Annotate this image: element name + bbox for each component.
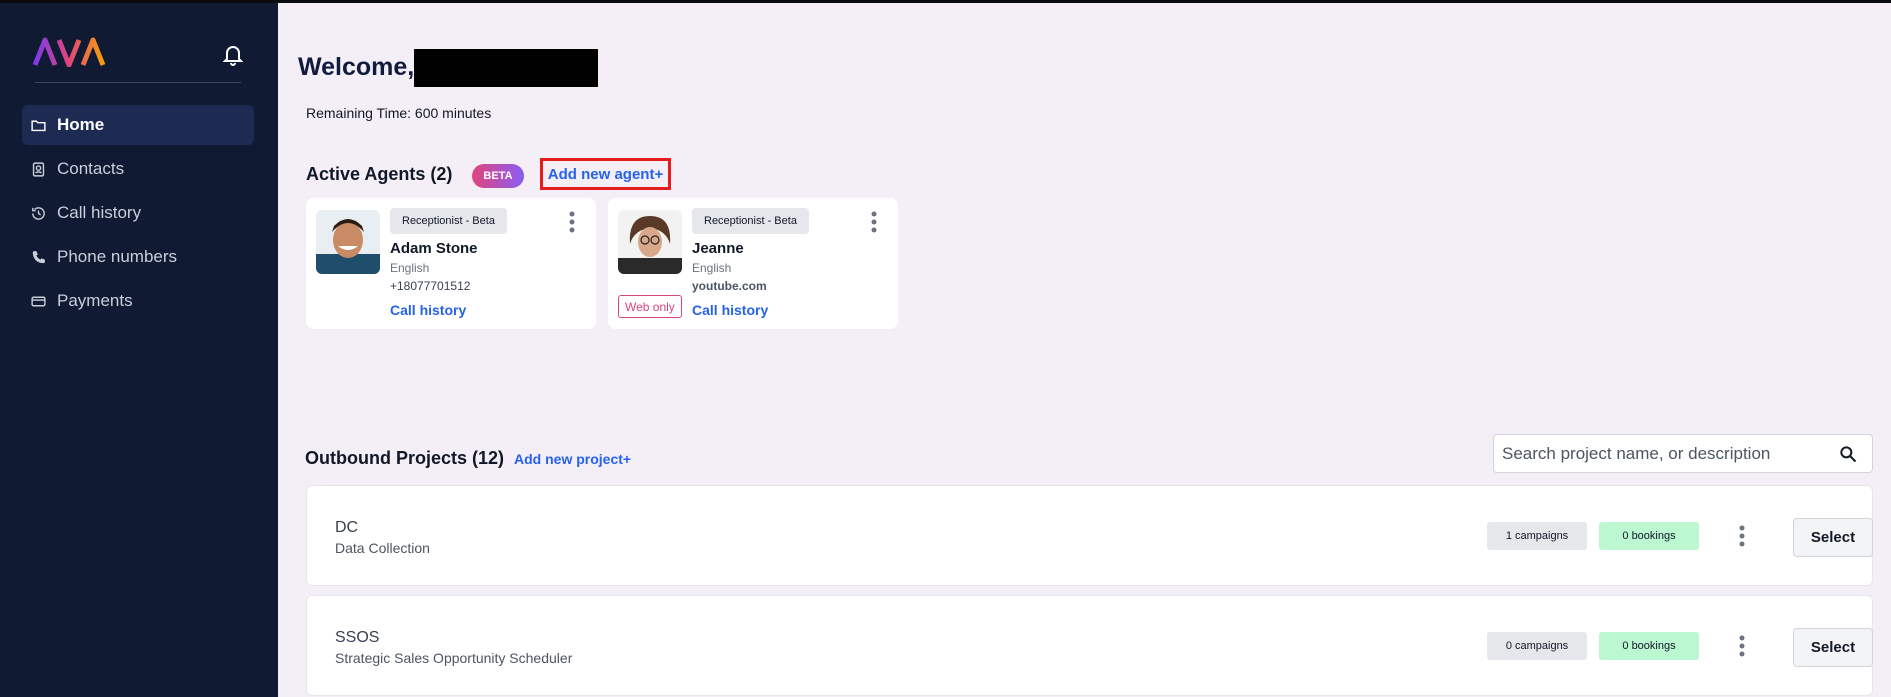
web-only-badge: Web only — [618, 295, 682, 318]
remaining-time: Remaining Time: 600 minutes — [306, 105, 492, 121]
outbound-projects-title: Outbound Projects (12) — [305, 448, 505, 468]
sidebar-item-call-history[interactable]: Call history — [22, 193, 254, 233]
agent-website: youtube.com — [692, 279, 767, 293]
bookings-badge: 0 bookings — [1599, 522, 1699, 550]
phone-icon — [32, 250, 45, 263]
agent-role-tag: Receptionist - Beta — [390, 208, 507, 234]
bookings-badge: 0 bookings — [1599, 632, 1699, 660]
folder-icon — [31, 120, 46, 131]
select-project-button[interactable]: Select — [1793, 518, 1873, 557]
bell-icon[interactable] — [221, 42, 245, 66]
project-description: Strategic Sales Opportunity Scheduler — [335, 650, 573, 666]
call-history-link[interactable]: Call history — [390, 302, 466, 318]
sidebar: Home Contacts Call history Phone numbers… — [0, 3, 278, 697]
page-title: Welcome, — [298, 53, 415, 81]
campaigns-badge: 1 campaigns — [1487, 522, 1587, 550]
agent-name: Adam Stone — [390, 240, 478, 257]
project-description: Data Collection — [335, 540, 430, 556]
select-project-button[interactable]: Select — [1793, 628, 1873, 667]
add-new-project-link[interactable]: Add new project+ — [514, 451, 631, 467]
beta-badge: BETA — [472, 164, 524, 188]
sidebar-divider — [35, 82, 241, 83]
redacted-username — [414, 49, 598, 87]
sidebar-item-home[interactable]: Home — [22, 105, 254, 145]
contacts-icon — [32, 161, 45, 177]
add-new-agent-link[interactable]: Add new agent+ — [540, 158, 671, 190]
agent-card-jeanne: Receptionist - Beta Jeanne English youtu… — [608, 198, 898, 329]
sidebar-item-payments[interactable]: Payments — [22, 281, 254, 321]
kebab-menu-icon[interactable] — [870, 210, 878, 234]
campaigns-badge: 0 campaigns — [1487, 632, 1587, 660]
sidebar-nav: Home Contacts Call history Phone numbers… — [22, 105, 254, 325]
active-agents-title: Active Agents (2) — [306, 164, 453, 184]
kebab-menu-icon[interactable] — [568, 210, 576, 234]
main-content: Welcome, Remaining Time: 600 minutes Act… — [278, 3, 1891, 697]
call-history-link[interactable]: Call history — [692, 302, 768, 318]
search-icon[interactable] — [1838, 444, 1858, 464]
agent-card-adam-stone: Receptionist - Beta Adam Stone English +… — [306, 198, 596, 329]
agent-name: Jeanne — [692, 240, 744, 257]
sidebar-item-label: Home — [57, 115, 105, 134]
avatar — [316, 210, 380, 274]
sidebar-item-label: Phone numbers — [57, 247, 178, 266]
agent-phone: +18077701512 — [390, 279, 471, 293]
sidebar-item-label: Call history — [57, 203, 142, 222]
agent-language: English — [390, 261, 430, 275]
sidebar-item-label: Payments — [57, 291, 133, 310]
kebab-menu-icon[interactable] — [1738, 634, 1746, 658]
ava-logo[interactable] — [33, 37, 107, 67]
history-icon — [32, 206, 45, 220]
avatar — [618, 210, 682, 274]
project-name: DC — [335, 519, 359, 536]
agent-role-tag: Receptionist - Beta — [692, 208, 809, 234]
project-row-dc: DC Data Collection 1 campaigns 0 booking… — [306, 485, 1873, 586]
project-name: SSOS — [335, 629, 380, 646]
card-icon — [31, 296, 46, 306]
project-search — [1493, 434, 1873, 473]
project-row-ssos: SSOS Strategic Sales Opportunity Schedul… — [306, 595, 1873, 696]
agent-language: English — [692, 261, 732, 275]
sidebar-item-phone-numbers[interactable]: Phone numbers — [22, 237, 254, 277]
kebab-menu-icon[interactable] — [1738, 524, 1746, 548]
search-input[interactable] — [1494, 443, 1838, 464]
sidebar-item-contacts[interactable]: Contacts — [22, 149, 254, 189]
sidebar-item-label: Contacts — [57, 159, 125, 178]
